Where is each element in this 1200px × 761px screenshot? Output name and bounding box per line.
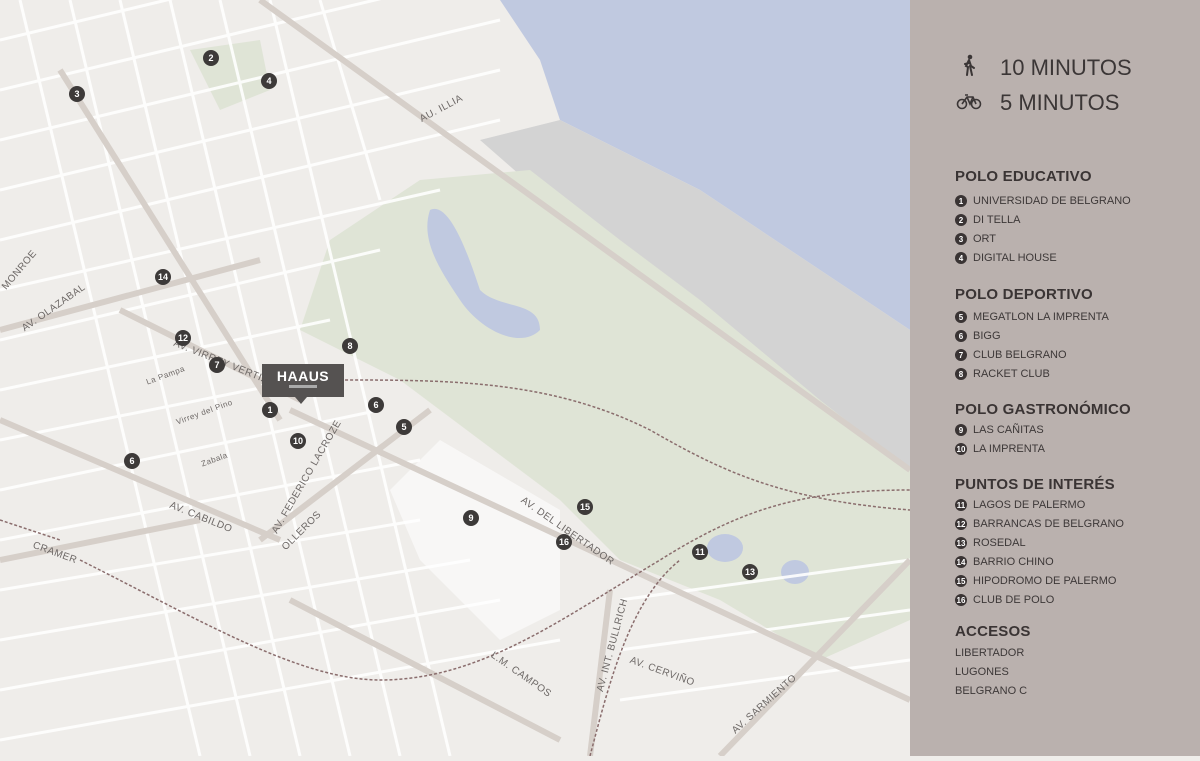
map-marker[interactable]: 5	[396, 419, 412, 435]
acceso-item: BELGRANO C	[955, 685, 1028, 697]
map-marker[interactable]: 10	[290, 433, 306, 449]
section-title: POLO GASTRONÓMICO	[955, 401, 1131, 418]
legend-number: 3	[955, 233, 967, 245]
acceso-item: LUGONES	[955, 666, 1009, 678]
bike-time-label: 5 MINUTOS	[1000, 90, 1120, 115]
walk-time-label: 10 MINUTOS	[1000, 55, 1132, 80]
map-marker[interactable]: 16	[556, 534, 572, 550]
haus-location-pin[interactable]: HAAUS	[262, 364, 344, 404]
legend-label: HIPODROMO DE PALERMO	[973, 575, 1117, 587]
map-marker[interactable]: 13	[742, 564, 758, 580]
legend-number: 1	[955, 195, 967, 207]
legend-item: 8 RACKET CLUB	[955, 368, 1050, 380]
legend-number: 10	[955, 443, 967, 455]
section-title: POLO DEPORTIVO	[955, 286, 1093, 303]
map-canvas	[0, 0, 913, 759]
map-marker[interactable]: 15	[577, 499, 593, 515]
legend-label: DI TELLA	[973, 214, 1021, 226]
legend-label: ORT	[973, 233, 997, 245]
lake-small-2	[781, 560, 809, 584]
map-marker[interactable]: 4	[261, 73, 277, 89]
legend-item: 12 BARRANCAS DE BELGRANO	[955, 518, 1124, 530]
legend-number: 4	[955, 252, 967, 264]
section-title: POLO EDUCATIVO	[955, 168, 1092, 185]
walking-person-icon	[955, 54, 983, 82]
legend-item: 6 BIGG	[955, 330, 1001, 342]
brand-name: HAAUS	[276, 368, 330, 384]
accesos-title: ACCESOS	[955, 623, 1031, 640]
legend-label: CLUB DE POLO	[973, 594, 1055, 606]
legend-label: LAGOS DE PALERMO	[973, 499, 1086, 511]
legend-number: 7	[955, 349, 967, 361]
legend-number: 8	[955, 368, 967, 380]
walk-time: 10 MINUTOS	[955, 54, 1132, 82]
legend-item: 14 BARRIO CHINO	[955, 556, 1054, 568]
acceso-item: LIBERTADOR	[955, 647, 1025, 659]
legend-item: 11 LAGOS DE PALERMO	[955, 499, 1085, 511]
legend-item: 10 LA IMPRENTA	[955, 443, 1045, 455]
legend-label: DIGITAL HOUSE	[973, 252, 1057, 264]
map-marker[interactable]: 9	[463, 510, 479, 526]
legend-panel: 10 MINUTOS 5 MINUTOS POLO EDUCATIVO 1 UNI…	[910, 0, 1200, 756]
map-marker[interactable]: 6	[368, 397, 384, 413]
legend-item: 2 DI TELLA	[955, 214, 1021, 226]
map-marker[interactable]: 8	[342, 338, 358, 354]
legend-number: 11	[955, 499, 967, 511]
legend-number: 12	[955, 518, 967, 530]
legend-number: 13	[955, 537, 967, 549]
legend-item: 7 CLUB BELGRANO	[955, 349, 1067, 361]
map-marker[interactable]: 14	[155, 269, 171, 285]
legend-item: 16 CLUB DE POLO	[955, 594, 1054, 606]
lake-small	[707, 534, 743, 562]
legend-label: RACKET CLUB	[973, 368, 1050, 380]
legend-label: CLUB BELGRANO	[973, 349, 1067, 361]
legend-label: ROSEDAL	[973, 537, 1026, 549]
bicycle-icon	[955, 90, 983, 116]
legend-item: 3 ORT	[955, 233, 996, 245]
legend-number: 9	[955, 424, 967, 436]
legend-item: 15 HIPODROMO DE PALERMO	[955, 575, 1116, 587]
section-title: PUNTOS DE INTERÉS	[955, 476, 1115, 493]
brand-underline	[289, 385, 317, 388]
legend-label: LAS CAÑITAS	[973, 424, 1044, 436]
legend-number: 5	[955, 311, 967, 323]
legend-label: BARRANCAS DE BELGRANO	[973, 518, 1124, 530]
map-marker[interactable]: 12	[175, 330, 191, 346]
map-area[interactable]: AU. ILLIA AV. VIRREY VERTIZ AV. OLAZABAL…	[0, 0, 913, 759]
legend-number: 6	[955, 330, 967, 342]
legend-number: 16	[955, 594, 967, 606]
legend-label: BARRIO CHINO	[973, 556, 1054, 568]
legend-item: 13 ROSEDAL	[955, 537, 1026, 549]
legend-number: 2	[955, 214, 967, 226]
legend-label: MEGATLON LA IMPRENTA	[973, 311, 1109, 323]
map-marker[interactable]: 11	[692, 544, 708, 560]
legend-label: UNIVERSIDAD DE BELGRANO	[973, 195, 1131, 207]
map-marker[interactable]: 7	[209, 357, 225, 373]
legend-number: 14	[955, 556, 967, 568]
map-marker[interactable]: 3	[69, 86, 85, 102]
legend-item: 1 UNIVERSIDAD DE BELGRANO	[955, 195, 1131, 207]
legend-label: LA IMPRENTA	[973, 443, 1045, 455]
legend-item: 4 DIGITAL HOUSE	[955, 252, 1057, 264]
map-marker[interactable]: 6	[124, 453, 140, 469]
map-marker[interactable]: 2	[203, 50, 219, 66]
legend-label: BIGG	[973, 330, 1001, 342]
bike-time: 5 MINUTOS	[955, 90, 1119, 116]
legend-number: 15	[955, 575, 967, 587]
legend-item: 9 LAS CAÑITAS	[955, 424, 1044, 436]
map-marker[interactable]: 1	[262, 402, 278, 418]
legend-item: 5 MEGATLON LA IMPRENTA	[955, 311, 1109, 323]
